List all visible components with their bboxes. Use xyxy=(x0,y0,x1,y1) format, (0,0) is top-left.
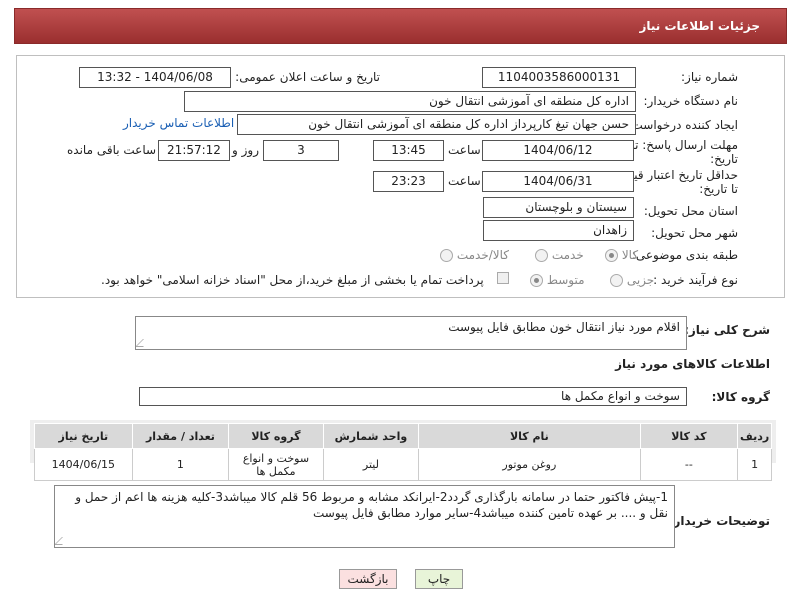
process-option-partial[interactable]: جزیی xyxy=(610,273,654,287)
reply-deadline-label: مهلت ارسال پاسخ: تا xyxy=(631,138,738,152)
province-label: استان محل تحویل: xyxy=(643,204,738,218)
cell-name: روغن موتور xyxy=(418,448,641,481)
resize-grip-icon[interactable] xyxy=(55,537,70,545)
days-remaining-field: 3 xyxy=(263,140,339,161)
col-date-header: تاریخ نیاز xyxy=(34,423,133,449)
need-number-field: 1104003586000131 xyxy=(482,67,636,88)
goods-group-field: سوخت و انواع مکمل ها xyxy=(139,387,687,406)
category-option-service[interactable]: خدمت xyxy=(535,248,584,262)
process-option-medium[interactable]: متوسط xyxy=(530,273,585,287)
category-option-goods[interactable]: کالا xyxy=(605,248,638,262)
buyer-notes-text: 1-پیش فاکتور حتما در سامانه بارگذاری گرد… xyxy=(75,490,668,520)
requester-field: حسن جهان تیغ کارپرداز اداره کل منطقه ای … xyxy=(237,114,636,135)
price-validity-label-2: تا تاریخ: xyxy=(699,182,738,196)
col-code-header: کد کالا xyxy=(639,423,739,449)
summary-label: شرح کلی نیاز: xyxy=(684,323,770,337)
buyer-org-label: نام دستگاه خریدار: xyxy=(643,94,739,108)
col-row-header: ردیف xyxy=(737,423,772,449)
partial-radio[interactable] xyxy=(610,274,623,287)
summary-textarea[interactable]: اقلام مورد نیاز انتقال خون مطابق فایل پی… xyxy=(135,316,687,350)
category-label: طبقه بندی موضوعی: xyxy=(631,248,738,262)
requester-label: ایجاد کننده درخواست: xyxy=(627,118,738,132)
buyer-contact-link[interactable]: اطلاعات تماس خریدار xyxy=(123,116,234,130)
page-title: جزئیات اطلاعات نیاز xyxy=(639,19,760,33)
reply-deadline-time-field: 13:45 xyxy=(373,140,444,161)
announce-datetime-label: تاریخ و ساعت اعلان عمومی: xyxy=(235,70,380,84)
print-button[interactable]: چاپ xyxy=(415,569,463,589)
price-validity-time-label: ساعت xyxy=(448,174,481,188)
reply-deadline-label-2: تاریخ: xyxy=(710,152,738,166)
province-field: سیستان و بلوچستان xyxy=(483,197,634,218)
goods-group-label: گروه کالا: xyxy=(711,390,770,404)
items-table: ردیف کد کالا نام کالا واحد شمارش گروه کا… xyxy=(34,423,772,481)
table-header-row: ردیف کد کالا نام کالا واحد شمارش گروه کا… xyxy=(34,423,772,449)
back-button[interactable]: بازگشت xyxy=(339,569,397,589)
cell-date: 1404/06/15 xyxy=(34,448,133,481)
cell-row: 1 xyxy=(737,448,772,481)
resize-grip-icon[interactable] xyxy=(136,339,151,347)
city-field: زاهدان xyxy=(483,220,634,241)
cell-qty: 1 xyxy=(131,448,230,481)
price-validity-date-field: 1404/06/31 xyxy=(482,171,634,192)
page-header: جزئیات اطلاعات نیاز xyxy=(14,8,787,44)
category-option-goods-service[interactable]: کالا/خدمت xyxy=(440,248,509,262)
col-group-header: گروه کالا xyxy=(228,423,324,449)
medium-radio[interactable] xyxy=(530,274,543,287)
need-number-label: شماره نیاز: xyxy=(681,70,738,84)
table-row: 1 -- روغن موتور لیتر سوخت و انواع مکمل ه… xyxy=(34,448,772,481)
goods-section-title: اطلاعات کالاهای مورد نیاز xyxy=(615,357,770,371)
col-qty-header: تعداد / مقدار xyxy=(131,423,230,449)
cell-unit: لیتر xyxy=(322,448,420,481)
time-remaining-field: 21:57:12 xyxy=(158,140,230,161)
service-radio[interactable] xyxy=(535,249,548,262)
price-validity-time-field: 23:23 xyxy=(373,171,444,192)
treasury-checkbox[interactable] xyxy=(497,272,509,284)
cell-group: سوخت و انواع مکمل ها xyxy=(228,448,324,481)
buyer-notes-textarea[interactable]: 1-پیش فاکتور حتما در سامانه بارگذاری گرد… xyxy=(54,485,675,548)
reply-deadline-date-field: 1404/06/12 xyxy=(482,140,634,161)
col-unit-header: واحد شمارش xyxy=(322,423,420,449)
announce-datetime-field: 1404/06/08 - 13:32 xyxy=(79,67,231,88)
goods-radio[interactable] xyxy=(605,249,618,262)
time-remaining-label: ساعت باقی مانده xyxy=(67,143,157,157)
buyer-org-field: اداره کل منطقه ای آموزشی انتقال خون xyxy=(184,91,636,112)
reply-deadline-time-label: ساعت xyxy=(448,143,481,157)
treasury-note: پرداخت تمام یا بخشی از مبلغ خرید،از محل … xyxy=(101,273,484,287)
process-label: نوع فرآیند خرید : xyxy=(653,273,738,287)
summary-text: اقلام مورد نیاز انتقال خون مطابق فایل پی… xyxy=(448,320,680,334)
goods-service-radio[interactable] xyxy=(440,249,453,262)
buyer-notes-label: توضیحات خریدار: xyxy=(668,514,770,528)
city-label: شهر محل تحویل: xyxy=(651,226,738,240)
days-label: روز و xyxy=(232,143,259,157)
cell-code: -- xyxy=(639,448,739,481)
col-name-header: نام کالا xyxy=(418,423,641,449)
